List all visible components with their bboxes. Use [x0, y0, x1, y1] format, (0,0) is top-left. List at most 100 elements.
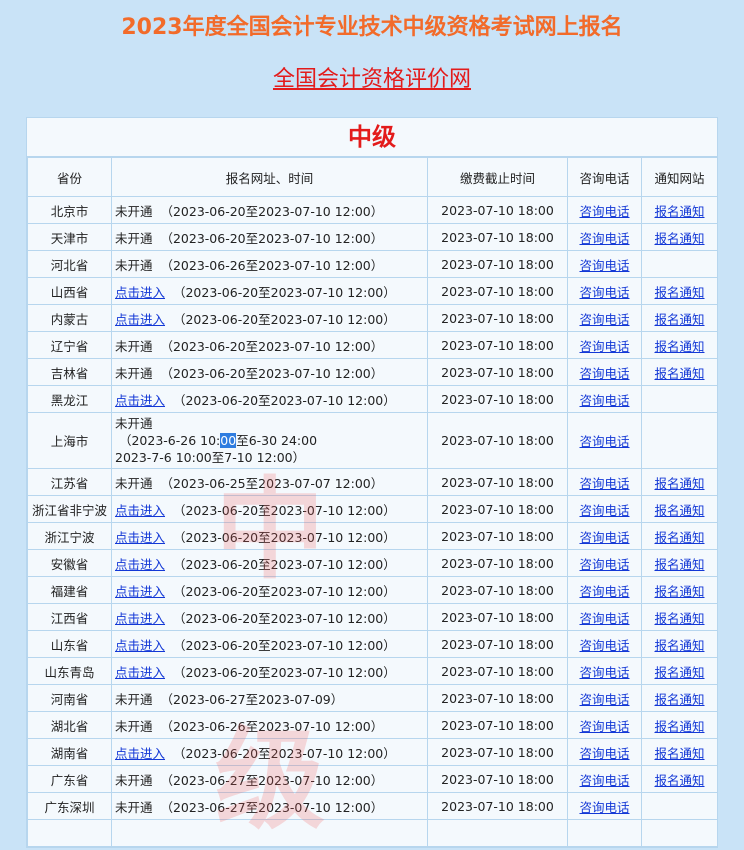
- status-not-open: 未开通: [115, 691, 153, 707]
- notice-link[interactable]: 报名通知: [654, 476, 704, 491]
- notice-link[interactable]: 报名通知: [654, 366, 704, 381]
- enter-link[interactable]: 点击进入: [115, 285, 165, 300]
- time-range: （2023-06-27至2023-07-10 12:00）: [160, 799, 384, 815]
- status-not-open: 未开通: [115, 365, 153, 381]
- phone-link[interactable]: 咨询电话: [579, 746, 629, 761]
- enter-link[interactable]: 点击进入: [115, 746, 165, 761]
- phone-link[interactable]: 咨询电话: [579, 434, 629, 449]
- phone-link[interactable]: 咨询电话: [579, 204, 629, 219]
- table-row: 浙江省非宁波 点击进入 （2023-06-20至2023-07-10 12:00…: [27, 495, 718, 523]
- province-cell: 河北省: [27, 250, 112, 278]
- notice-link[interactable]: 报名通知: [654, 339, 704, 354]
- notice-link[interactable]: 报名通知: [654, 746, 704, 761]
- enter-link[interactable]: 点击进入: [115, 312, 165, 327]
- enter-link[interactable]: 点击进入: [115, 557, 165, 572]
- enter-link[interactable]: 点击进入: [115, 503, 165, 518]
- time-range: （2023-06-20至2023-07-10 12:00）: [172, 664, 396, 680]
- notice-link[interactable]: 报名通知: [654, 584, 704, 599]
- site-link[interactable]: 全国会计资格评价网: [273, 67, 471, 92]
- time-range: （2023-06-26至2023-07-10 12:00）: [160, 257, 384, 273]
- phone-link[interactable]: 咨询电话: [579, 366, 629, 381]
- phone-cell: 咨询电话: [567, 331, 642, 359]
- notice-link[interactable]: 报名通知: [654, 665, 704, 680]
- province-cell: 湖南省: [27, 738, 112, 766]
- url-time-cell: 未开通 （2023-06-27至2023-07-10 12:00）: [111, 765, 428, 793]
- notice-link[interactable]: 报名通知: [654, 611, 704, 626]
- notice-cell: 报名通知: [641, 684, 718, 712]
- province-cell: 吉林省: [27, 358, 112, 386]
- registration-table: 省份 报名网址、时间 缴费截止时间 咨询电话 通知网站 北京市 未开通 （202…: [27, 157, 718, 847]
- enter-link[interactable]: 点击进入: [115, 611, 165, 626]
- notice-cell: 报名通知: [641, 495, 718, 523]
- phone-link[interactable]: 咨询电话: [579, 393, 629, 408]
- enter-link[interactable]: 点击进入: [115, 638, 165, 653]
- url-time-cell: 点击进入 （2023-06-20至2023-07-10 12:00）: [111, 603, 428, 631]
- enter-link[interactable]: 点击进入: [115, 665, 165, 680]
- phone-link[interactable]: 咨询电话: [579, 312, 629, 327]
- notice-cell: 报名通知: [641, 468, 718, 496]
- url-time-cell: 未开通 （2023-06-20至2023-07-10 12:00）: [111, 196, 428, 224]
- time-range: （2023-06-26至2023-07-10 12:00）: [160, 718, 384, 734]
- phone-link[interactable]: 咨询电话: [579, 476, 629, 491]
- notice-link[interactable]: 报名通知: [654, 285, 704, 300]
- url-time-cell: 未开通 （2023-06-25至2023-07-07 12:00）: [111, 468, 428, 496]
- notice-link[interactable]: 报名通知: [654, 692, 704, 707]
- province-cell: 北京市: [27, 196, 112, 224]
- phone-link[interactable]: 咨询电话: [579, 285, 629, 300]
- status-not-open: 未开通: [115, 416, 153, 431]
- phone-link[interactable]: 咨询电话: [579, 584, 629, 599]
- phone-link[interactable]: 咨询电话: [579, 611, 629, 626]
- phone-link[interactable]: 咨询电话: [579, 719, 629, 734]
- notice-link[interactable]: 报名通知: [654, 312, 704, 327]
- enter-link[interactable]: 点击进入: [115, 530, 165, 545]
- notice-cell: 报名通知: [641, 630, 718, 658]
- phone-link[interactable]: 咨询电话: [579, 557, 629, 572]
- notice-link[interactable]: 报名通知: [654, 204, 704, 219]
- phone-link[interactable]: 咨询电话: [579, 665, 629, 680]
- time-range: （2023-06-20至2023-07-10 12:00）: [172, 556, 396, 572]
- province-cell: 黑龙江: [27, 385, 112, 413]
- phone-link[interactable]: 咨询电话: [579, 692, 629, 707]
- status-not-open: 未开通: [115, 203, 153, 219]
- url-time-cell: 点击进入 （2023-06-20至2023-07-10 12:00）: [111, 576, 428, 604]
- enter-link[interactable]: 点击进入: [115, 393, 165, 408]
- deadline-cell: [427, 819, 568, 847]
- notice-link[interactable]: 报名通知: [654, 530, 704, 545]
- table-row: 黑龙江 点击进入 （2023-06-20至2023-07-10 12:00） 2…: [27, 385, 718, 413]
- table-row: 湖北省 未开通 （2023-06-26至2023-07-10 12:00） 20…: [27, 711, 718, 739]
- notice-cell: 报名通知: [641, 576, 718, 604]
- notice-cell: 报名通知: [641, 711, 718, 739]
- phone-link[interactable]: 咨询电话: [579, 503, 629, 518]
- notice-cell: 报名通知: [641, 549, 718, 577]
- notice-link[interactable]: 报名通知: [654, 557, 704, 572]
- phone-cell: 咨询电话: [567, 630, 642, 658]
- url-time-cell: 点击进入 （2023-06-20至2023-07-10 12:00）: [111, 522, 428, 550]
- notice-link[interactable]: 报名通知: [654, 719, 704, 734]
- phone-link[interactable]: 咨询电话: [579, 773, 629, 788]
- table-row: 辽宁省 未开通 （2023-06-20至2023-07-10 12:00） 20…: [27, 331, 718, 359]
- phone-link[interactable]: 咨询电话: [579, 638, 629, 653]
- phone-link[interactable]: 咨询电话: [579, 800, 629, 815]
- time-range: （2023-06-20至2023-07-10 12:00）: [172, 637, 396, 653]
- notice-link[interactable]: 报名通知: [654, 638, 704, 653]
- table-row: 湖南省 点击进入 （2023-06-20至2023-07-10 12:00） 2…: [27, 738, 718, 766]
- notice-cell: [641, 819, 718, 847]
- province-cell: 浙江宁波: [27, 522, 112, 550]
- enter-link[interactable]: 点击进入: [115, 584, 165, 599]
- deadline-cell: 2023-07-10 18:00: [427, 385, 568, 413]
- header-deadline: 缴费截止时间: [427, 157, 568, 197]
- province-cell: 上海市: [27, 412, 112, 469]
- deadline-cell: 2023-07-10 18:00: [427, 603, 568, 631]
- phone-link[interactable]: 咨询电话: [579, 231, 629, 246]
- province-cell: 山东省: [27, 630, 112, 658]
- phone-link[interactable]: 咨询电话: [579, 339, 629, 354]
- notice-link[interactable]: 报名通知: [654, 503, 704, 518]
- province-cell: 天津市: [27, 223, 112, 251]
- phone-link[interactable]: 咨询电话: [579, 530, 629, 545]
- phone-link[interactable]: 咨询电话: [579, 258, 629, 273]
- deadline-cell: 2023-07-10 18:00: [427, 331, 568, 359]
- phone-cell: 咨询电话: [567, 468, 642, 496]
- notice-link[interactable]: 报名通知: [654, 773, 704, 788]
- notice-link[interactable]: 报名通知: [654, 231, 704, 246]
- table-row: 山东青岛 点击进入 （2023-06-20至2023-07-10 12:00） …: [27, 657, 718, 685]
